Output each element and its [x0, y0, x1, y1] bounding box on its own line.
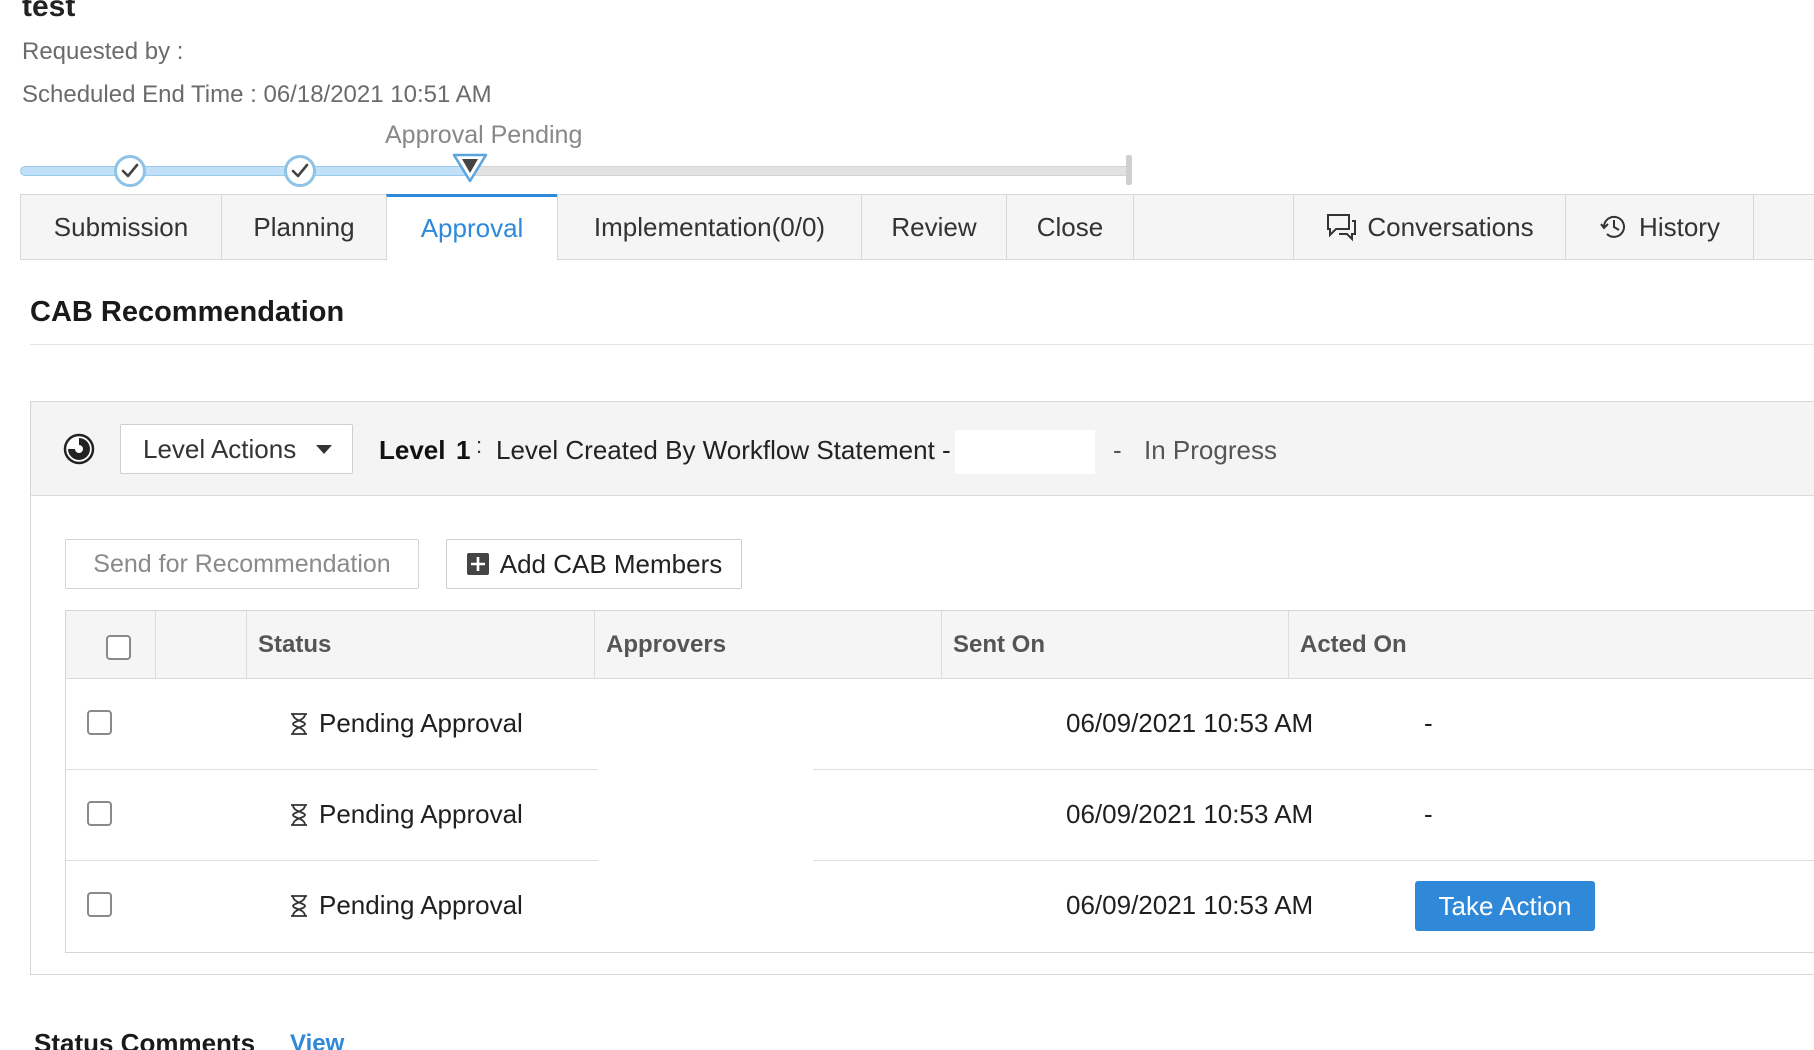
- change-approval-page: test Requested by : Scheduled End Time :…: [0, 0, 1814, 1050]
- header-acted-on: Acted On: [1288, 611, 1814, 679]
- row-status: Pending Approval: [289, 890, 523, 921]
- requested-by: Requested by :: [22, 38, 184, 65]
- level-actions-label: Level Actions: [143, 433, 297, 464]
- history-clock-icon: [1599, 212, 1629, 242]
- chat-bubble-icon: [1325, 212, 1357, 242]
- table-row: Pending Approval 06/09/2021 10:53 AM -: [66, 770, 1814, 860]
- level-header-bar: Level Actions Level 1 : Level Created By…: [31, 402, 1814, 496]
- row-sent-on: 06/09/2021 10:53 AM: [1066, 708, 1314, 738]
- status-comments-view-link[interactable]: View: [290, 1030, 344, 1050]
- hourglass-icon: [289, 712, 309, 736]
- progress-track-complete: [20, 166, 470, 176]
- tab-implementation[interactable]: Implementation(0/0): [557, 194, 861, 260]
- hourglass-icon: [289, 803, 309, 827]
- scheduled-end-time: Scheduled End Time : 06/18/2021 10:51 AM: [22, 81, 492, 108]
- cab-section-title: CAB Recommendation: [30, 296, 345, 328]
- header-acted-on-label: Acted On: [1300, 631, 1407, 658]
- row-acted-on: -: [1424, 799, 1433, 829]
- tab-implementation-label: Implementation(0/0): [593, 211, 826, 242]
- tab-spacer: [1133, 194, 1293, 260]
- header-approvers: Approvers: [594, 611, 941, 679]
- status-comments-title: Status Comments: [34, 1028, 256, 1050]
- tab-history-label: History: [1639, 211, 1720, 242]
- level-number: 1: [456, 435, 471, 465]
- row-status: Pending Approval: [289, 708, 523, 739]
- header-sent-on-label: Sent On: [953, 631, 1046, 658]
- table-row: Pending Approval 06/09/2021 10:53 AM -: [66, 679, 1814, 769]
- table-row: Pending Approval 06/09/2021 10:53 AM Tak…: [66, 861, 1814, 951]
- header-approvers-label: Approvers: [606, 631, 727, 658]
- cab-members-table: Status Approvers Sent On Acted On Pendin…: [65, 610, 1814, 953]
- send-for-recommendation-button[interactable]: Send for Recommendation: [65, 539, 419, 589]
- clock-half-icon[interactable]: [62, 432, 96, 471]
- tab-approval-label: Approval: [420, 213, 524, 243]
- take-action-button[interactable]: Take Action: [1415, 881, 1595, 931]
- level-redacted-field: [955, 430, 1095, 474]
- chevron-down-icon: [316, 445, 332, 454]
- header-sent-on: Sent On: [941, 611, 1288, 679]
- tab-submission[interactable]: Submission: [20, 194, 221, 260]
- level-colon: :: [476, 433, 483, 458]
- tab-submission-label: Submission: [53, 211, 189, 242]
- stage-approval-current-icon: [452, 153, 488, 188]
- take-action-label: Take Action: [1438, 890, 1572, 921]
- row-status-label: Pending Approval: [319, 708, 523, 738]
- tab-history[interactable]: History: [1565, 194, 1753, 260]
- send-for-recommendation-label: Send for Recommendation: [93, 549, 391, 578]
- row-status-label: Pending Approval: [319, 799, 523, 829]
- tab-planning-label: Planning: [253, 211, 355, 242]
- tab-review-label: Review: [891, 211, 977, 242]
- row-checkbox[interactable]: [87, 801, 112, 826]
- level-separator: -: [1113, 435, 1122, 465]
- tab-approval[interactable]: Approval: [386, 194, 557, 261]
- section-divider: [30, 344, 1814, 345]
- header-blank: [155, 611, 246, 679]
- tab-close[interactable]: Close: [1006, 194, 1133, 260]
- current-stage-caption: Approval Pending: [385, 121, 583, 149]
- tab-close-label: Close: [1036, 211, 1104, 242]
- select-all-checkbox[interactable]: [106, 635, 131, 660]
- tab-spacer-end: [1753, 194, 1814, 260]
- row-sent-on: 06/09/2021 10:53 AM: [1066, 890, 1314, 920]
- row-acted-on: -: [1424, 708, 1433, 738]
- stage-submission-done-icon: [114, 155, 146, 187]
- tab-planning[interactable]: Planning: [221, 194, 386, 260]
- stage-planning-done-icon: [284, 155, 316, 187]
- level-description: Level Created By Workflow Statement -: [496, 435, 951, 465]
- cab-level-panel: Level Actions Level 1 : Level Created By…: [30, 401, 1814, 975]
- tab-review[interactable]: Review: [861, 194, 1006, 260]
- row-status-label: Pending Approval: [319, 890, 523, 920]
- header-status-label: Status: [258, 631, 332, 658]
- add-cab-members-button[interactable]: Add CAB Members: [446, 539, 742, 589]
- row-checkbox[interactable]: [87, 710, 112, 735]
- progress-track-end: [1126, 155, 1132, 185]
- plus-square-icon: [466, 552, 490, 576]
- level-label: Level: [379, 435, 446, 465]
- hourglass-icon: [289, 894, 309, 918]
- table-header: Status Approvers Sent On Acted On: [66, 611, 1814, 679]
- row-status: Pending Approval: [289, 799, 523, 830]
- row-sent-on: 06/09/2021 10:53 AM: [1066, 799, 1314, 829]
- row-checkbox[interactable]: [87, 892, 112, 917]
- level-actions-dropdown[interactable]: Level Actions: [120, 424, 353, 474]
- add-cab-members-label: Add CAB Members: [499, 548, 723, 579]
- tab-conversations-label: Conversations: [1367, 211, 1534, 242]
- request-title: test: [22, 0, 76, 23]
- stage-tabs: Submission Planning Approval Implementat…: [20, 194, 1814, 261]
- tab-conversations[interactable]: Conversations: [1293, 194, 1565, 260]
- progress-track-remaining: [470, 166, 1130, 176]
- header-status: Status: [246, 611, 594, 679]
- level-status: In Progress: [1144, 435, 1277, 465]
